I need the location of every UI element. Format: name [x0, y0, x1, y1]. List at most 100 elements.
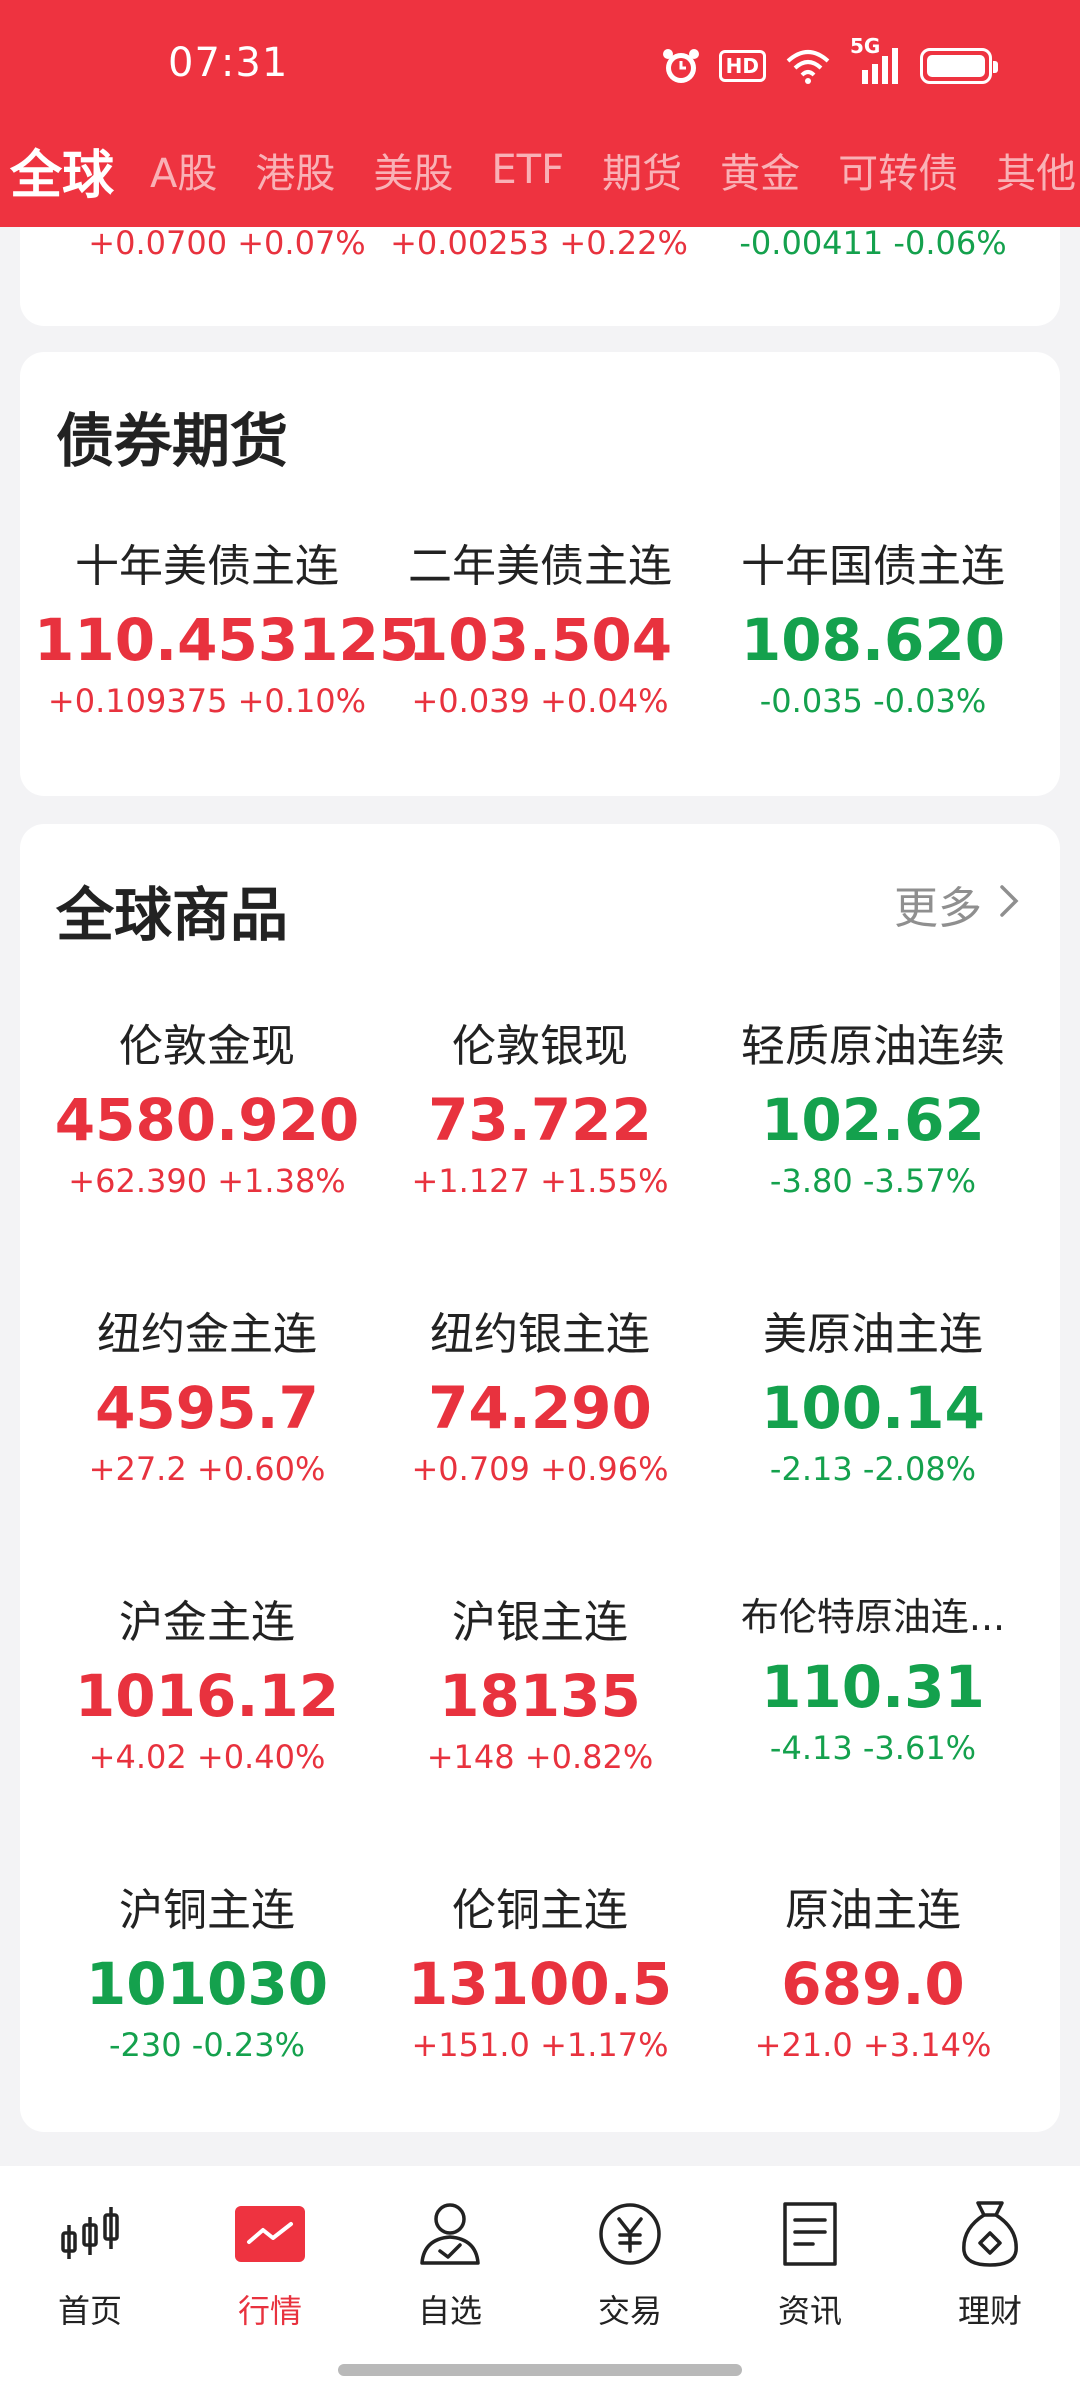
quote-price: 4580.920 [54, 1086, 360, 1154]
quote-cell[interactable]: 十年国债主连 108.620 -0.035 -0.03% [700, 530, 1046, 720]
quote-cell[interactable]: 布伦特原油连... 110.31 -4.13 -3.61% [700, 1586, 1046, 1767]
prev-item-change[interactable]: +0.00253 +0.22% [366, 224, 712, 262]
quote-name: 布伦特原油连... [740, 1595, 1006, 1639]
quote-name: 轻质原油连续 [741, 1021, 1005, 1072]
quote-change: -4.13 -3.61% [769, 1729, 977, 1767]
home-indicator[interactable] [338, 2364, 742, 2376]
prev-item-change[interactable]: -0.00411 -0.06% [700, 224, 1046, 262]
quote-change: +0.709 +0.96% [411, 1450, 669, 1488]
nav-watchlist[interactable]: 自选 [360, 2196, 540, 2332]
quote-change: +62.390 +1.38% [68, 1162, 346, 1200]
tab-a-shares[interactable]: A股 [150, 141, 217, 199]
battery-icon [920, 48, 998, 84]
quote-name: 沪银主连 [452, 1597, 628, 1648]
quote-cell[interactable]: 沪金主连 1016.12 +4.02 +0.40% [34, 1586, 380, 1776]
quote-price: 4595.7 [95, 1374, 319, 1442]
quote-change: +4.02 +0.40% [88, 1738, 326, 1776]
commodities-card: 全球商品 更多 伦敦金现 4580.920 +62.390 +1.38% 伦敦银… [20, 824, 1060, 2132]
quote-name: 原油主连 [785, 1885, 961, 1936]
quote-change: -3.80 -3.57% [769, 1162, 977, 1200]
chevron-right-icon [998, 879, 1020, 930]
quote-cell[interactable]: 原油主连 689.0 +21.0 +3.14% [700, 1874, 1046, 2064]
nav-label: 交易 [597, 2292, 662, 2330]
quote-name: 伦敦银现 [452, 1021, 628, 1072]
quote-change: -230 -0.23% [109, 2026, 305, 2064]
quote-name: 伦敦金现 [119, 1021, 295, 1072]
quote-name: 十年美债主连 [75, 541, 339, 592]
tab-hk-stocks[interactable]: 港股 [255, 141, 335, 199]
user-check-icon [360, 2196, 540, 2272]
quote-change: +0.039 +0.04% [411, 682, 669, 720]
top-header: 07:31 HD 5G 全球 A股 港股 美股 ETF 期货 黄金 可转债 其他 [0, 0, 1080, 227]
quote-name: 沪铜主连 [119, 1885, 295, 1936]
quote-change: -0.035 -0.03% [759, 682, 987, 720]
market-tabs: 全球 A股 港股 美股 ETF 期货 黄金 可转债 其他 [0, 128, 1080, 212]
prev-item-change[interactable]: +0.0700 +0.07% [54, 224, 400, 262]
nav-label: 自选 [417, 2292, 482, 2330]
quote-price: 110.31 [761, 1653, 985, 1721]
quote-cell[interactable]: 沪银主连 18135 +148 +0.82% [367, 1586, 713, 1776]
nav-wealth[interactable]: 理财 [900, 2196, 1080, 2332]
nav-news[interactable]: 资讯 [720, 2196, 900, 2332]
quote-name: 二年美债主连 [408, 541, 672, 592]
quote-price: 18135 [439, 1662, 641, 1730]
quote-name: 纽约金主连 [97, 1309, 317, 1360]
section-title-commodities: 全球商品 [56, 881, 289, 949]
quote-cell[interactable]: 伦敦金现 4580.920 +62.390 +1.38% [34, 1010, 380, 1200]
section-title-bond-futures: 债券期货 [56, 407, 289, 475]
quote-name: 美原油主连 [763, 1309, 983, 1360]
document-icon [720, 2196, 900, 2272]
tab-futures[interactable]: 期货 [602, 141, 682, 199]
candlestick-icon [0, 2196, 180, 2272]
status-time: 07:31 [168, 40, 289, 86]
nav-market[interactable]: 行情 [180, 2196, 360, 2332]
network-label: 5G [850, 34, 881, 58]
quote-cell[interactable]: 纽约银主连 74.290 +0.709 +0.96% [367, 1298, 713, 1488]
quote-change: +21.0 +3.14% [754, 2026, 992, 2064]
quote-name: 沪金主连 [119, 1597, 295, 1648]
tab-global[interactable]: 全球 [10, 133, 114, 208]
quote-name: 十年国债主连 [741, 541, 1005, 592]
tab-gold[interactable]: 黄金 [720, 141, 800, 199]
more-link[interactable]: 更多 [894, 872, 1020, 936]
nav-trade[interactable]: 交易 [540, 2196, 720, 2332]
nav-label: 首页 [57, 2292, 122, 2330]
nav-home[interactable]: 首页 [0, 2196, 180, 2332]
quote-price: 103.504 [407, 606, 673, 674]
quote-cell[interactable]: 美原油主连 100.14 -2.13 -2.08% [700, 1298, 1046, 1488]
wifi-icon [784, 47, 832, 85]
status-icons: HD 5G [661, 34, 998, 88]
nav-label: 资讯 [777, 2292, 842, 2330]
quote-price: 100.14 [761, 1374, 985, 1442]
quote-price: 74.290 [428, 1374, 652, 1442]
nav-label: 行情 [237, 2292, 302, 2330]
alarm-icon [661, 46, 701, 86]
status-bar: 07:31 HD 5G [0, 0, 1080, 130]
quote-name: 伦铜主连 [452, 1885, 628, 1936]
bond-futures-card: 债券期货 十年美债主连 110.453125 +0.109375 +0.10% … [20, 352, 1060, 796]
quote-cell[interactable]: 轻质原油连续 102.62 -3.80 -3.57% [700, 1010, 1046, 1200]
trend-chart-icon [180, 2196, 360, 2272]
quote-cell[interactable]: 纽约金主连 4595.7 +27.2 +0.60% [34, 1298, 380, 1488]
quote-price: 73.722 [428, 1086, 652, 1154]
nav-label: 理财 [957, 2292, 1022, 2330]
quote-cell[interactable]: 沪铜主连 101030 -230 -0.23% [34, 1874, 380, 2064]
quote-change: +27.2 +0.60% [88, 1450, 326, 1488]
tab-etf[interactable]: ETF [491, 147, 564, 193]
yen-coin-icon [540, 2196, 720, 2272]
quote-cell[interactable]: 十年美债主连 110.453125 +0.109375 +0.10% [34, 530, 419, 720]
more-label: 更多 [894, 883, 982, 934]
quote-change: -2.13 -2.08% [769, 1450, 977, 1488]
quote-cell[interactable]: 伦铜主连 13100.5 +151.0 +1.17% [367, 1874, 713, 2064]
quote-price: 108.620 [740, 606, 1006, 674]
signal-icon: 5G [850, 34, 902, 86]
tab-convertible-bonds[interactable]: 可转债 [838, 141, 958, 199]
quote-price: 1016.12 [74, 1662, 340, 1730]
quote-change: +0.109375 +0.10% [47, 682, 367, 720]
quote-cell[interactable]: 伦敦银现 73.722 +1.127 +1.55% [367, 1010, 713, 1200]
tab-other[interactable]: 其他 [996, 141, 1076, 199]
tab-us-stocks[interactable]: 美股 [373, 141, 453, 199]
quote-cell[interactable]: 二年美债主连 103.504 +0.039 +0.04% [367, 530, 713, 720]
quote-price: 13100.5 [407, 1950, 673, 2018]
quote-change: +151.0 +1.17% [411, 2026, 669, 2064]
